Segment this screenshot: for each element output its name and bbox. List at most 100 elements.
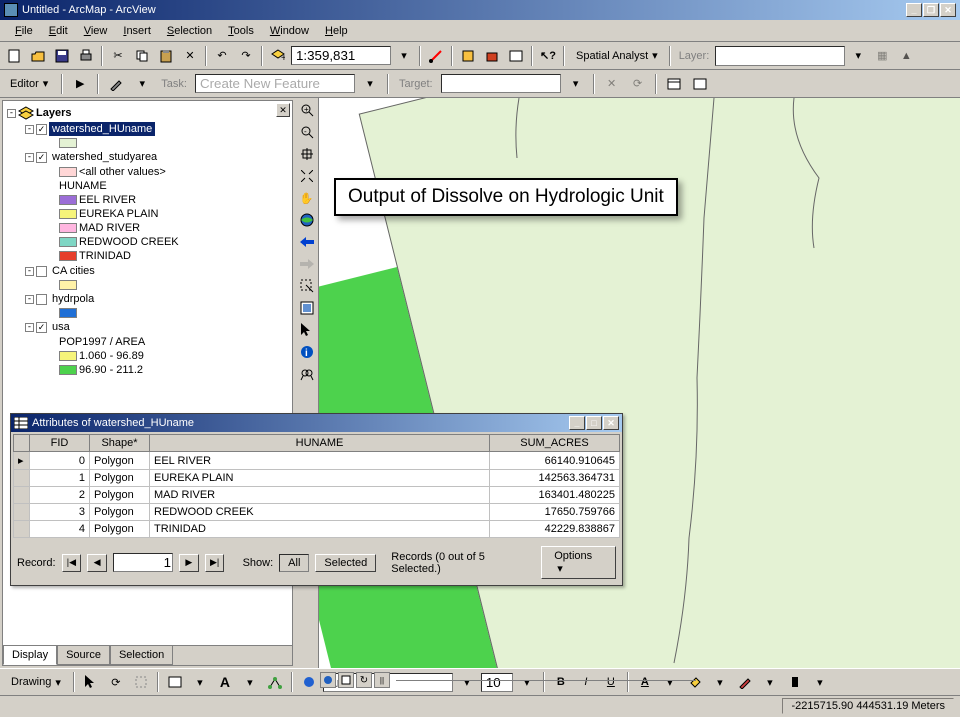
layout-view-button[interactable] (338, 672, 354, 688)
toc-tab-display[interactable]: Display (3, 646, 57, 665)
menu-insert[interactable]: Insert (116, 23, 158, 39)
menu-tools[interactable]: Tools (221, 23, 261, 39)
fixed-zoom-in-icon[interactable] (297, 144, 317, 164)
identify-icon[interactable]: i (297, 342, 317, 362)
menu-edit[interactable]: Edit (42, 23, 75, 39)
zoom-to-selected-icon[interactable] (130, 671, 152, 693)
layer-watershed-studyarea[interactable]: watershed_studyarea (49, 150, 160, 164)
toc-tab-selection[interactable]: Selection (110, 646, 173, 665)
editor-menu[interactable]: Editor ▾ (3, 74, 55, 93)
redo-icon[interactable]: ↷ (235, 45, 257, 67)
contour-icon[interactable]: ▲ (895, 45, 917, 67)
undo-icon[interactable]: ↶ (211, 45, 233, 67)
menu-file[interactable]: File (8, 23, 40, 39)
target-dropdown-icon[interactable]: ▾ (565, 73, 587, 95)
print-icon[interactable] (75, 45, 97, 67)
task-dropdown-icon[interactable]: ▾ (359, 73, 381, 95)
full-extent-icon[interactable] (297, 210, 317, 230)
zoom-in-icon[interactable]: + (297, 100, 317, 120)
line-color-button[interactable] (734, 671, 756, 693)
paste-icon[interactable] (155, 45, 177, 67)
delete-icon[interactable]: ✕ (179, 45, 201, 67)
layer-ca-cities[interactable]: CA cities (49, 264, 98, 278)
menu-help[interactable]: Help (318, 23, 355, 39)
rotate-icon[interactable]: ⟳ (105, 671, 127, 693)
spatial-analyst-dropdown[interactable]: Spatial Analyst ▾ (569, 46, 665, 65)
cut-icon[interactable]: ✂ (107, 45, 129, 67)
options-button[interactable]: Options ▾ (541, 546, 616, 579)
select-elements-icon[interactable] (80, 671, 102, 693)
refresh-view-button[interactable]: ↻ (356, 672, 372, 688)
prev-record-button[interactable]: ◀ (87, 554, 107, 572)
toc-collapse-icon[interactable]: - (25, 125, 34, 134)
find-icon[interactable] (297, 364, 317, 384)
scale-dropdown-icon[interactable]: ▾ (393, 45, 415, 67)
toc-collapse-icon[interactable]: - (25, 153, 34, 162)
map-scale-input[interactable] (291, 46, 391, 65)
zoom-out-icon[interactable]: - (297, 122, 317, 142)
edit-vertices-icon[interactable] (264, 671, 286, 693)
previous-extent-icon[interactable] (297, 232, 317, 252)
open-icon[interactable] (27, 45, 49, 67)
drawing-menu[interactable]: Drawing ▾ (4, 673, 68, 692)
next-record-button[interactable]: ▶ (179, 554, 199, 572)
copy-icon[interactable] (131, 45, 153, 67)
restore-button[interactable]: ❐ (923, 3, 939, 17)
col-huname[interactable]: HUNAME (150, 435, 490, 452)
toc-collapse-icon[interactable]: - (25, 295, 34, 304)
attr-close-button[interactable]: ✕ (603, 416, 619, 430)
font-color-icon[interactable] (298, 671, 320, 693)
select-features-icon[interactable] (297, 276, 317, 296)
marker-color-button[interactable] (784, 671, 806, 693)
table-row[interactable]: ▸0PolygonEEL RIVER66140.910645 (14, 452, 620, 470)
table-row[interactable]: 4PolygonTRINIDAD42229.838867 (14, 521, 620, 538)
histogram-icon[interactable]: ▦ (871, 45, 893, 67)
record-number-input[interactable] (113, 553, 173, 572)
layer-checkbox[interactable]: ✓ (36, 322, 47, 333)
show-selected-button[interactable]: Selected (315, 554, 376, 572)
text-dropdown-icon[interactable]: ▾ (239, 671, 261, 693)
layer-checkbox[interactable] (36, 266, 47, 277)
new-text-icon[interactable]: A (214, 671, 236, 693)
layer-dropdown-icon[interactable]: ▾ (847, 45, 869, 67)
sketch-tool-icon[interactable] (105, 73, 127, 95)
toc-collapse-icon[interactable]: - (7, 109, 16, 118)
shape-dropdown-icon[interactable]: ▾ (189, 671, 211, 693)
table-row[interactable]: 1PolygonEUREKA PLAIN142563.364731 (14, 470, 620, 487)
data-view-button[interactable] (320, 672, 336, 688)
layer-combo[interactable] (715, 46, 845, 66)
pause-draw-button[interactable]: || (374, 672, 390, 688)
layer-hydrpola[interactable]: hydrpola (49, 292, 97, 306)
fill-color-dropdown-icon[interactable]: ▾ (709, 671, 731, 693)
new-doc-icon[interactable] (3, 45, 25, 67)
attr-minimize-button[interactable]: _ (569, 416, 585, 430)
attribute-table[interactable]: FID Shape* HUNAME SUM_ACRES ▸0PolygonEEL… (13, 434, 620, 538)
layer-checkbox[interactable] (36, 294, 47, 305)
menu-view[interactable]: View (77, 23, 115, 39)
select-elements-icon[interactable] (297, 320, 317, 340)
toc-tab-source[interactable]: Source (57, 646, 110, 665)
marker-color-dropdown-icon[interactable]: ▾ (809, 671, 831, 693)
toc-collapse-icon[interactable]: - (25, 267, 34, 276)
layer-checkbox[interactable]: ✓ (36, 124, 47, 135)
sketch-props-icon[interactable] (689, 73, 711, 95)
edit-tool-icon[interactable]: ▶ (69, 73, 91, 95)
attributes-icon[interactable] (663, 73, 685, 95)
last-record-button[interactable]: ▶| (205, 554, 225, 572)
task-input[interactable] (195, 74, 355, 93)
layer-checkbox[interactable]: ✓ (36, 152, 47, 163)
whats-this-icon[interactable]: ↖? (537, 45, 559, 67)
arccatalog-icon[interactable] (457, 45, 479, 67)
new-rectangle-icon[interactable] (164, 671, 186, 693)
menu-selection[interactable]: Selection (160, 23, 219, 39)
show-all-button[interactable]: All (279, 554, 309, 572)
toc-collapse-icon[interactable]: - (25, 323, 34, 332)
target-input[interactable] (441, 74, 561, 93)
col-sum-acres[interactable]: SUM_ACRES (490, 435, 620, 452)
editor-toolbar-icon[interactable] (425, 45, 447, 67)
save-icon[interactable] (51, 45, 73, 67)
col-fid[interactable]: FID (30, 435, 90, 452)
toc-close-button[interactable]: ✕ (276, 103, 290, 117)
sketch-dropdown-icon[interactable]: ▾ (131, 73, 153, 95)
attr-maximize-button[interactable]: □ (586, 416, 602, 430)
